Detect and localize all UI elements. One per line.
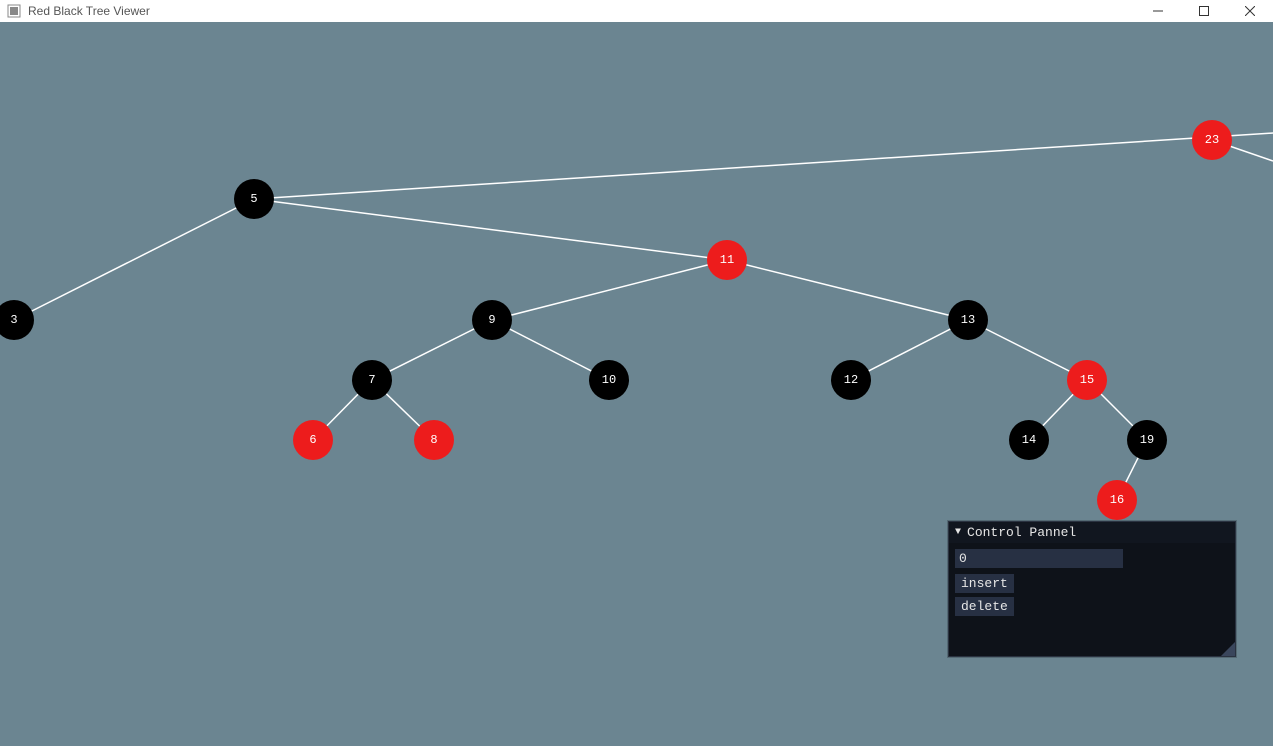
control-panel-body: insert delete	[949, 543, 1235, 656]
tree-node[interactable]: 15	[1067, 360, 1107, 400]
tree-edge	[14, 199, 254, 320]
control-panel-title: Control Pannel	[967, 525, 1076, 540]
tree-node[interactable]: 5	[234, 179, 274, 219]
tree-node[interactable]: 19	[1127, 420, 1167, 460]
tree-edge	[727, 260, 968, 320]
insert-button[interactable]: insert	[955, 574, 1014, 593]
tree-node[interactable]: 23	[1192, 120, 1232, 160]
tree-node[interactable]: 10	[589, 360, 629, 400]
collapse-icon[interactable]: ▼	[955, 528, 961, 538]
tree-node[interactable]: 16	[1097, 480, 1137, 520]
tree-node[interactable]: 13	[948, 300, 988, 340]
control-panel-header[interactable]: ▼ Control Pannel	[949, 522, 1235, 543]
minimize-button[interactable]	[1135, 0, 1181, 22]
tree-node[interactable]: 14	[1009, 420, 1049, 460]
tree-edge	[254, 199, 727, 260]
tree-node[interactable]: 8	[414, 420, 454, 460]
tree-node[interactable]: 6	[293, 420, 333, 460]
delete-button[interactable]: delete	[955, 597, 1014, 616]
tree-node[interactable]: 11	[707, 240, 747, 280]
tree-node[interactable]: 7	[352, 360, 392, 400]
tree-canvas[interactable]: 5 3 11 9 13 7 10 12 15 6 8 14 19 16 23 ▼ Control Panne…	[0, 22, 1273, 746]
tree-edge	[492, 260, 727, 320]
panel-resize-handle[interactable]	[1221, 642, 1235, 656]
window-title: Red Black Tree Viewer	[28, 4, 150, 18]
close-button[interactable]	[1227, 0, 1273, 22]
tree-node[interactable]: 12	[831, 360, 871, 400]
tree-node[interactable]: 3	[0, 300, 34, 340]
control-panel[interactable]: ▼ Control Pannel insert delete	[948, 521, 1236, 657]
maximize-button[interactable]	[1181, 0, 1227, 22]
value-input[interactable]	[955, 549, 1123, 568]
window-titlebar: Red Black Tree Viewer	[0, 0, 1273, 22]
tree-edge	[254, 133, 1273, 199]
app-icon	[6, 3, 22, 19]
tree-node[interactable]: 9	[472, 300, 512, 340]
